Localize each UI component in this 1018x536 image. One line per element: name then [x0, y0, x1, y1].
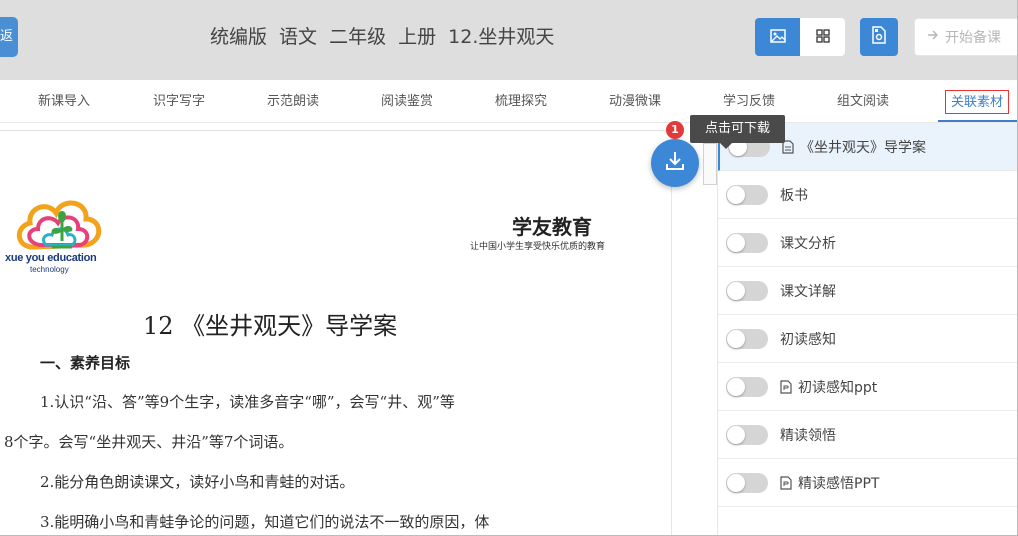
download-tooltip: 点击可下载: [690, 115, 785, 149]
resource-label: 板书: [780, 187, 808, 204]
tab-group-reading[interactable]: 组文阅读: [837, 90, 889, 114]
tab-bar: 新课导入 识字写字 示范朗读 阅读鉴赏 梳理探究 动漫微课 学习反馈 组文阅读 …: [0, 80, 1018, 123]
grid-view-icon: [815, 28, 830, 47]
logo-text: xue you education: [5, 252, 97, 264]
resource-label: 精读领悟: [780, 427, 836, 444]
tab-characters[interactable]: 识字写字: [153, 90, 205, 114]
download-button[interactable]: [651, 139, 699, 187]
resource-list: 《坐井观天》导学案 板书 课文分析 课文详解 初读感知 初读感知ppt 精读领悟…: [718, 123, 1018, 536]
document-line: 2.能分角色朗读课文，读好小鸟和青蛙的对话。: [40, 473, 355, 491]
top-header: 返 统编版 语文 二年级 上册 12.坐井观天 开始备课: [0, 0, 1018, 80]
resource-label: 精读感悟PPT: [798, 475, 880, 492]
resource-item[interactable]: 课文分析: [718, 219, 1018, 267]
start-prepare-button[interactable]: 开始备课: [914, 18, 1018, 56]
document-title: 12 《坐井观天》导学案: [143, 312, 398, 340]
document-preview[interactable]: xue you education technology 学友教育 让中国小学生…: [0, 130, 672, 536]
resource-label: 《坐井观天》导学案: [800, 139, 926, 156]
tab-micro-lesson[interactable]: 动漫微课: [609, 90, 661, 114]
resource-label: 初读感知ppt: [798, 379, 878, 396]
image-view-button[interactable]: [755, 18, 800, 56]
export-icon: [871, 26, 887, 48]
notification-badge: 1: [666, 121, 684, 139]
image-view-icon: [769, 28, 786, 47]
view-toggle-group: [755, 18, 845, 56]
back-button[interactable]: 返: [0, 17, 18, 57]
resource-label: 初读感知: [780, 331, 836, 348]
resource-toggle[interactable]: [726, 424, 768, 445]
resource-item[interactable]: 板书: [718, 171, 1018, 219]
resource-toggle[interactable]: [726, 376, 768, 397]
tab-appreciation[interactable]: 阅读鉴赏: [381, 90, 433, 114]
file-icon: [780, 379, 792, 394]
file-icon: [780, 475, 792, 490]
resource-item[interactable]: 精读领悟: [718, 411, 1018, 459]
resource-item[interactable]: 课文详解: [718, 267, 1018, 315]
section-heading: 一、素养目标: [40, 354, 131, 372]
export-button[interactable]: [860, 18, 898, 56]
resource-label: 课文分析: [780, 235, 836, 252]
arrow-right-icon: [927, 29, 939, 45]
grid-view-button[interactable]: [800, 18, 845, 56]
resource-toggle[interactable]: [726, 280, 768, 301]
resource-toggle[interactable]: [726, 328, 768, 349]
resource-toggle[interactable]: [726, 472, 768, 493]
resource-toggle[interactable]: [726, 232, 768, 253]
active-tab-underline: [938, 120, 1018, 122]
start-prepare-label: 开始备课: [945, 30, 1001, 46]
tab-feedback[interactable]: 学习反馈: [723, 90, 775, 114]
document-line: 1.认识“沿、答”等9个生字，读准多音字“哪”，会写“井、观”等: [40, 393, 455, 411]
resource-item[interactable]: 初读感知: [718, 315, 1018, 363]
resource-toggle[interactable]: [726, 184, 768, 205]
tab-related-materials[interactable]: 关联素材: [945, 90, 1010, 114]
logo-subtext: technology: [30, 265, 69, 274]
page-title: 统编版 语文 二年级 上册 12.坐井观天: [210, 26, 555, 48]
brand-slogan: 让中国小学生享受快乐优质的教育: [470, 242, 606, 252]
download-icon: [664, 150, 686, 176]
tab-new-lesson[interactable]: 新课导入: [38, 90, 90, 114]
document-line: 8个字。会写“坐井观天、井沿”等7个词语。: [4, 433, 294, 451]
back-button-label: 返: [0, 29, 14, 44]
resource-item[interactable]: 初读感知ppt: [718, 363, 1018, 411]
scroll-gutter: [672, 130, 718, 536]
document-line: 3.能明确小鸟和青蛙争论的问题，知道它们的说法不一致的原因，体: [40, 513, 490, 531]
resource-label: 课文详解: [780, 283, 836, 300]
scrollbar-thumb[interactable]: [703, 143, 717, 185]
tab-model-reading[interactable]: 示范朗读: [267, 90, 319, 114]
tab-exploration[interactable]: 梳理探究: [495, 90, 547, 114]
brand-name: 学友教育: [512, 215, 592, 239]
resource-item[interactable]: 精读感悟PPT: [718, 459, 1018, 507]
